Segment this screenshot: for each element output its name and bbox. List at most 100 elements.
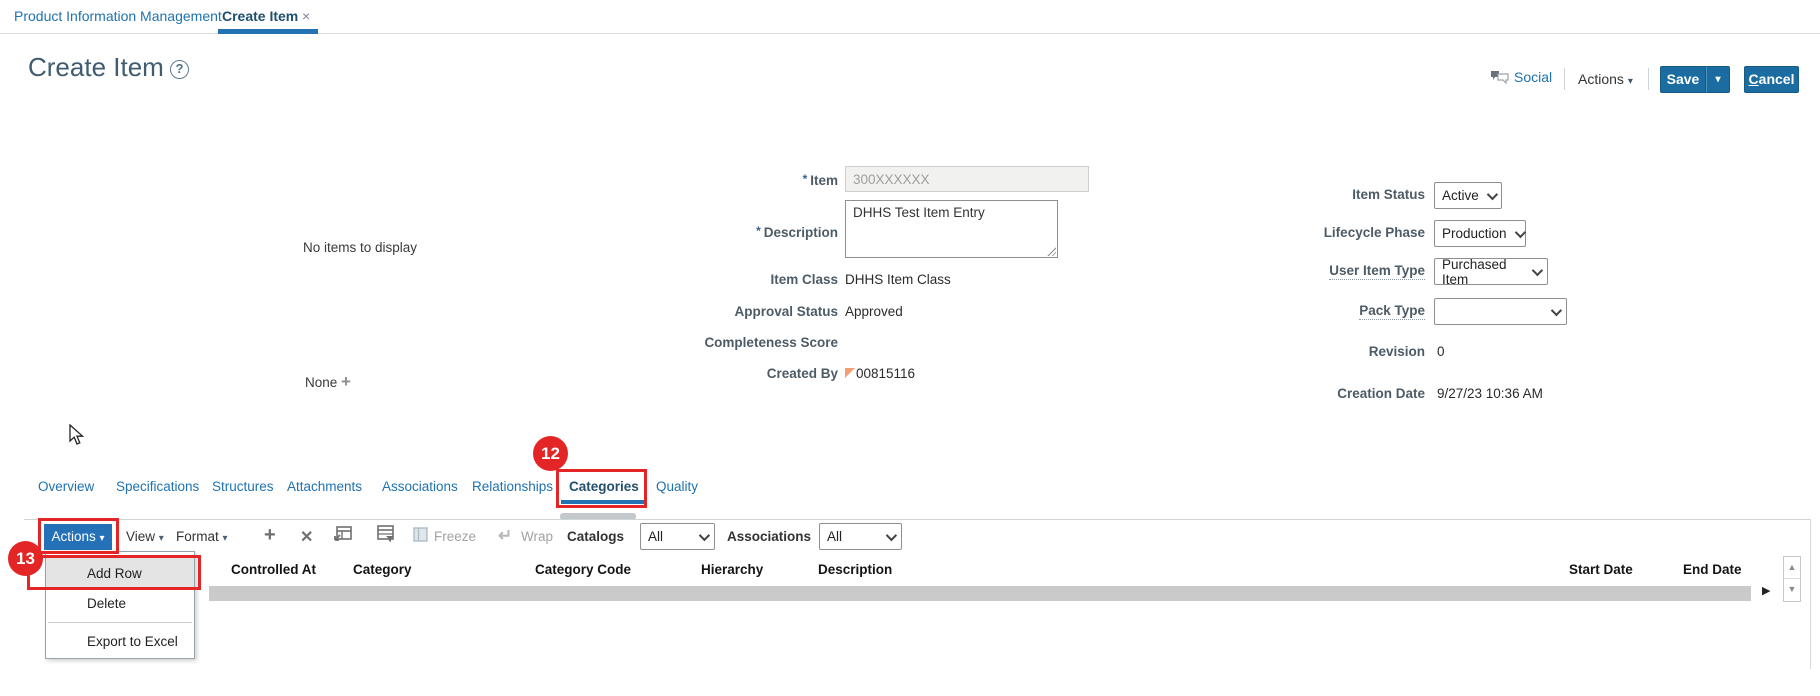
freeze-icon	[412, 526, 429, 546]
subtab-associations[interactable]: Associations	[382, 479, 458, 494]
view-label: View	[126, 529, 156, 544]
item-input[interactable]	[845, 166, 1089, 192]
user-item-type-select[interactable]: Purchased Item	[1434, 256, 1548, 287]
table-actions-menu-button[interactable]: Actions ▾	[44, 524, 112, 550]
user-item-type-value: Purchased Item	[1442, 256, 1507, 287]
close-icon[interactable]: ×	[302, 8, 310, 24]
add-attachment-icon[interactable]: +	[341, 372, 351, 391]
page-actions-label: Actions	[1578, 71, 1624, 87]
menu-item-delete[interactable]: Delete	[46, 588, 194, 619]
actions-dropdown-menu: Add Row Delete Export to Excel	[45, 551, 195, 659]
chevron-down-icon: ▾	[222, 533, 228, 544]
column-header-start-date[interactable]: Start Date	[1569, 562, 1633, 577]
annotation-badge-13: 13	[8, 541, 43, 576]
scroll-up-icon[interactable]: ▲	[1784, 557, 1800, 578]
menu-item-add-row[interactable]: Add Row	[46, 557, 194, 588]
user-item-type-label: User Item Type	[1329, 263, 1425, 280]
required-icon: *	[802, 172, 808, 186]
subtab-specifications[interactable]: Specifications	[116, 479, 199, 494]
tab-create-item[interactable]: Create Item	[222, 8, 298, 24]
item-class-label: Item Class	[770, 272, 838, 287]
cancel-label-rest: ancel	[1758, 71, 1795, 87]
add-row-icon[interactable]: +	[264, 524, 276, 547]
detach-icon[interactable]	[334, 524, 353, 546]
chevron-down-icon	[1486, 188, 1498, 200]
subtab-categories[interactable]: Categories	[569, 479, 639, 494]
save-button[interactable]: Save	[1660, 66, 1706, 93]
vertical-scrollbar: ▲ ▼	[1783, 556, 1801, 602]
header-actions: Social Actions ▾ Save ▾ Cancel	[0, 66, 1820, 96]
subtab-quality[interactable]: Quality	[656, 479, 698, 494]
associations-filter-label: Associations	[727, 529, 812, 544]
subtab-attachments[interactable]: Attachments	[287, 479, 362, 494]
page-actions-menu-button[interactable]: Actions ▾	[1578, 71, 1633, 87]
tab-product-information-management[interactable]: Product Information Management	[14, 8, 222, 24]
catalogs-label: Catalogs	[567, 529, 625, 544]
wrap-icon: ↵	[498, 526, 513, 545]
created-by-value: 00815116	[856, 366, 916, 381]
lifecycle-phase-select[interactable]: Production	[1434, 220, 1526, 247]
panel-border	[24, 519, 1810, 520]
creation-date-label: Creation Date	[1337, 386, 1425, 401]
social-bubbles-icon	[1491, 71, 1509, 85]
save-dropdown-button[interactable]: ▾	[1706, 66, 1730, 93]
freeze-button: Freeze	[434, 529, 477, 544]
description-input[interactable]: DHHS Test Item Entry	[845, 200, 1058, 258]
revision-value: 0	[1437, 344, 1445, 359]
item-status-select[interactable]: Active	[1434, 182, 1502, 209]
chevron-down-icon	[1550, 304, 1563, 316]
annotation-badge-12: 12	[533, 436, 568, 471]
column-header-hierarchy[interactable]: Hierarchy	[701, 562, 763, 577]
attachments-none: None +	[305, 372, 351, 392]
social-label: Social	[1514, 69, 1553, 85]
chevron-down-icon	[1514, 226, 1526, 238]
changed-flag-icon	[845, 368, 855, 378]
column-header-description[interactable]: Description	[818, 562, 892, 577]
description-label: * Description	[756, 224, 838, 240]
associations-select[interactable]: All	[819, 523, 902, 550]
active-tab-underline	[218, 29, 318, 34]
scroll-down-icon[interactable]: ▼	[1784, 578, 1800, 600]
chevron-down-icon	[1531, 264, 1544, 276]
column-header-controlled-at[interactable]: Controlled At	[231, 562, 316, 577]
mouse-cursor	[69, 424, 85, 445]
delete-icon[interactable]: ✕	[300, 527, 313, 547]
hscroll-right-icon[interactable]: ▶	[1762, 584, 1770, 597]
pack-type-select[interactable]	[1434, 298, 1567, 325]
lifecycle-phase-label: Lifecycle Phase	[1323, 225, 1425, 240]
item-status-label: Item Status	[1352, 187, 1425, 202]
column-header-category-code[interactable]: Category Code	[535, 562, 631, 577]
panel-border	[1810, 519, 1811, 669]
menu-item-export-to-excel[interactable]: Export to Excel	[46, 626, 194, 657]
divider	[1564, 68, 1565, 90]
associations-value: All	[827, 529, 843, 544]
column-header-category[interactable]: Category	[353, 562, 412, 577]
completeness-score-label: Completeness Score	[704, 335, 838, 350]
cancel-button[interactable]: Cancel	[1744, 66, 1799, 93]
subtab-relationships[interactable]: Relationships	[472, 479, 553, 494]
chevron-down-icon	[885, 529, 898, 541]
chevron-down-icon: ▾	[1627, 76, 1633, 87]
subtab-overview[interactable]: Overview	[38, 479, 94, 494]
chevron-down-icon: ▾	[99, 533, 105, 544]
query-by-example-icon[interactable]	[376, 524, 396, 546]
subtab-structures[interactable]: Structures	[212, 479, 274, 494]
view-menu-button[interactable]: View ▾	[126, 529, 164, 544]
format-label: Format	[176, 529, 219, 544]
menu-separator	[48, 622, 192, 623]
created-by-label: Created By	[766, 366, 838, 381]
window-tab-bar: Product Information Management Create It…	[0, 0, 1820, 34]
format-menu-button[interactable]: Format ▾	[176, 529, 228, 544]
divider	[1648, 68, 1649, 90]
table-empty-row[interactable]	[209, 586, 1751, 601]
social-button[interactable]: Social	[1490, 69, 1552, 85]
column-header-end-date[interactable]: End Date	[1683, 562, 1742, 577]
revision-label: Revision	[1368, 344, 1425, 359]
cancel-accesskey: C	[1748, 71, 1759, 87]
catalogs-select[interactable]: All	[640, 523, 715, 550]
table-actions-label: Actions	[51, 529, 96, 544]
approval-status-value: Approved	[845, 304, 903, 319]
chevron-down-icon: ▾	[158, 533, 164, 544]
item-status-value: Active	[1442, 188, 1479, 203]
creation-date-value: 9/27/23 10:36 AM	[1437, 386, 1543, 401]
